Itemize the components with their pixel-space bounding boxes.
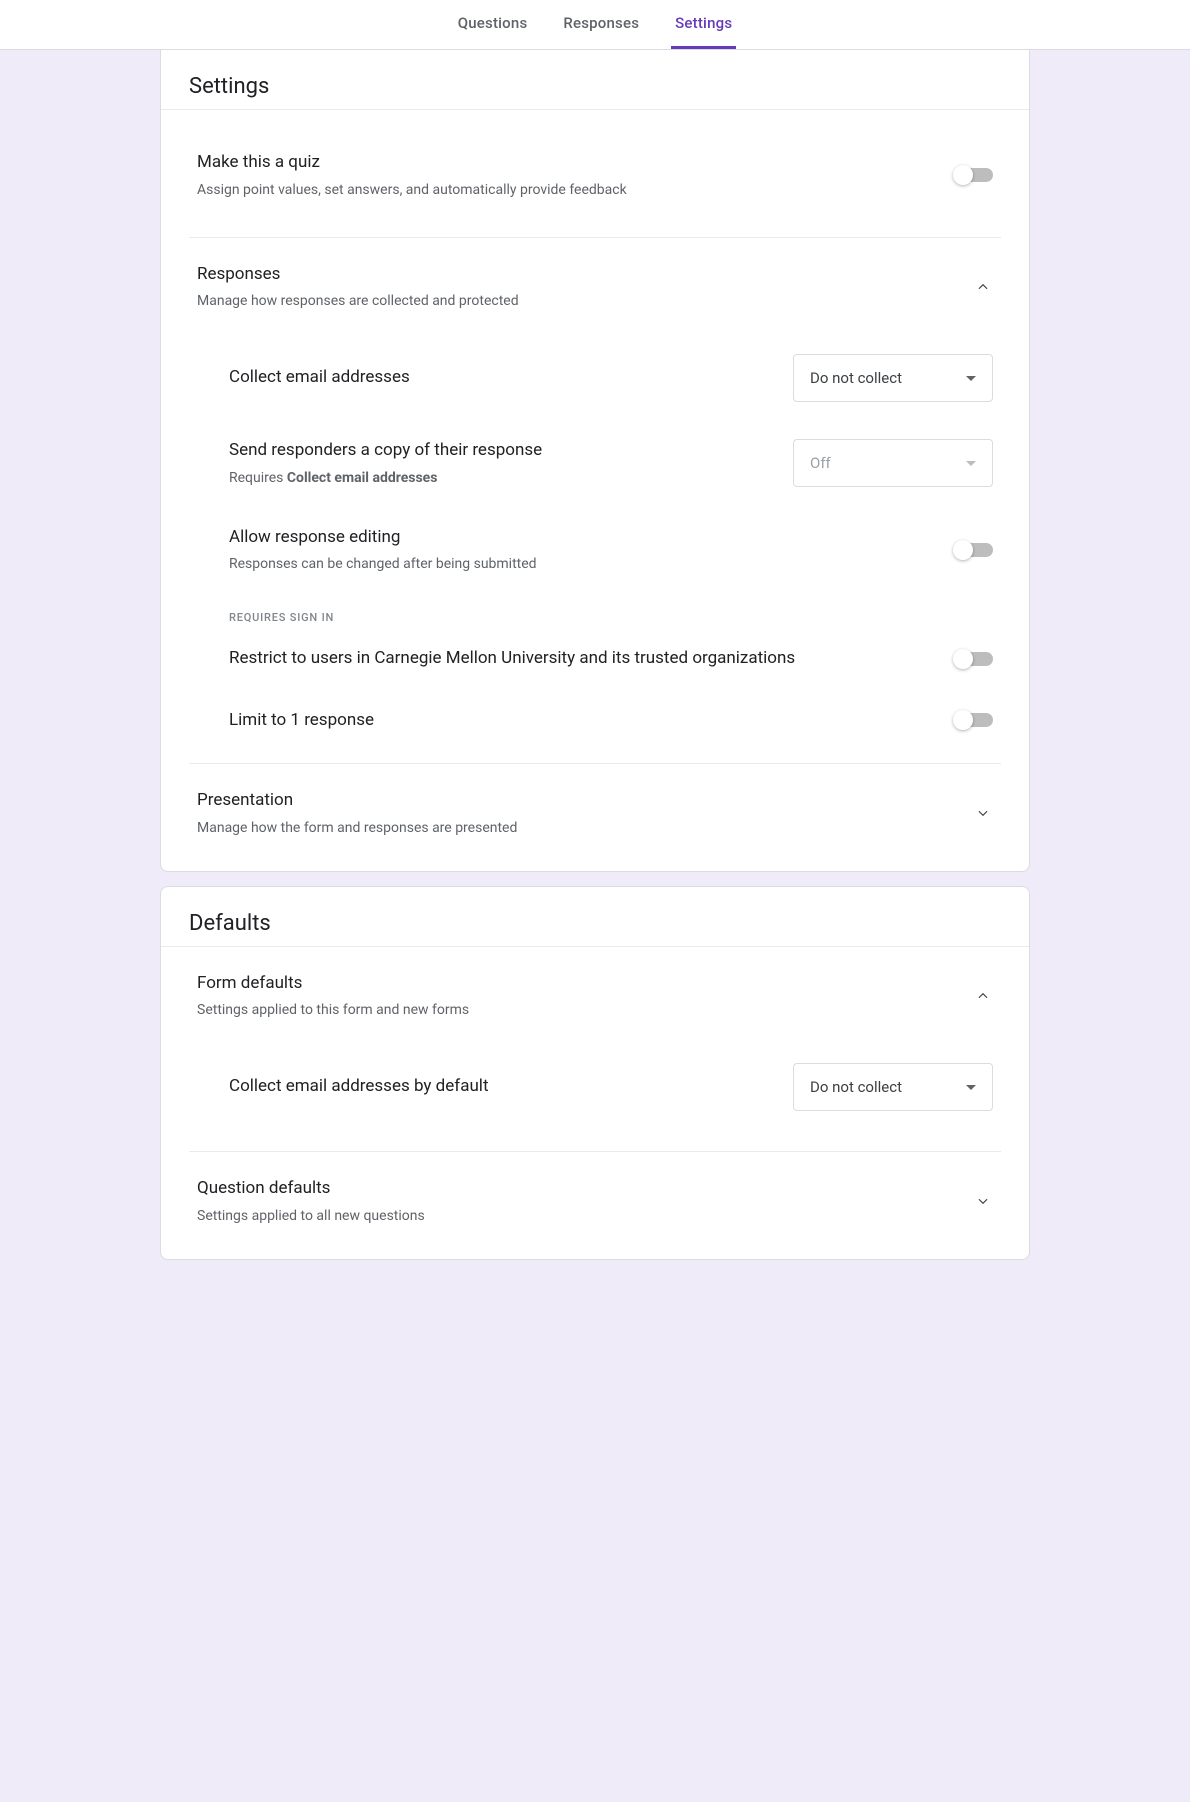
presentation-title: Presentation (197, 788, 957, 814)
tab-questions[interactable]: Questions (454, 0, 532, 49)
requires-signin-header: REQUIRES SIGN IN (229, 593, 993, 628)
collect-default-value: Do not collect (810, 1078, 902, 1096)
chevron-down-icon (976, 1194, 990, 1208)
allow-edit-label: Allow response editing (229, 525, 940, 551)
form-defaults-sub: Settings applied to this form and new fo… (197, 1000, 957, 1021)
restrict-label: Restrict to users in Carnegie Mellon Uni… (229, 646, 795, 672)
defaults-card: Defaults Form defaults Settings applied … (160, 886, 1030, 1260)
collect-email-dropdown[interactable]: Do not collect (793, 354, 993, 402)
chevron-up-icon (976, 280, 990, 294)
tab-settings[interactable]: Settings (671, 0, 736, 49)
settings-title: Settings (161, 50, 1029, 110)
caret-down-icon (966, 376, 976, 381)
settings-card: Settings Make this a quiz Assign point v… (160, 50, 1030, 872)
responses-collapse[interactable] (973, 277, 993, 297)
presentation-sub: Manage how the form and responses are pr… (197, 818, 957, 839)
question-defaults-expand[interactable] (973, 1191, 993, 1211)
collect-default-dropdown[interactable]: Do not collect (793, 1063, 993, 1111)
collect-email-label: Collect email addresses (229, 365, 410, 391)
defaults-title: Defaults (161, 887, 1029, 947)
send-copy-label: Send responders a copy of their response (229, 438, 777, 464)
restrict-toggle[interactable] (956, 652, 993, 666)
caret-down-icon (966, 461, 976, 466)
send-copy-value: Off (810, 454, 831, 472)
limit-one-toggle[interactable] (956, 713, 993, 727)
chevron-down-icon (976, 806, 990, 820)
caret-down-icon (966, 1085, 976, 1090)
form-defaults-title: Form defaults (197, 971, 957, 997)
send-copy-sub: Requires Collect email addresses (229, 468, 777, 489)
quiz-sub: Assign point values, set answers, and au… (197, 180, 940, 201)
chevron-up-icon (976, 989, 990, 1003)
collect-email-value: Do not collect (810, 369, 902, 387)
allow-edit-sub: Responses can be changed after being sub… (229, 554, 940, 575)
responses-title: Responses (197, 262, 957, 288)
quiz-toggle[interactable] (956, 168, 993, 182)
tab-responses[interactable]: Responses (559, 0, 643, 49)
quiz-title: Make this a quiz (197, 150, 940, 176)
question-defaults-sub: Settings applied to all new questions (197, 1206, 957, 1227)
presentation-expand[interactable] (973, 803, 993, 823)
limit-one-label: Limit to 1 response (229, 708, 374, 734)
form-defaults-collapse[interactable] (973, 986, 993, 1006)
collect-default-label: Collect email addresses by default (229, 1074, 489, 1100)
allow-edit-toggle[interactable] (956, 543, 993, 557)
responses-sub: Manage how responses are collected and p… (197, 291, 957, 312)
question-defaults-title: Question defaults (197, 1176, 957, 1202)
tab-bar: Questions Responses Settings (0, 0, 1190, 50)
send-copy-dropdown[interactable]: Off (793, 439, 993, 487)
